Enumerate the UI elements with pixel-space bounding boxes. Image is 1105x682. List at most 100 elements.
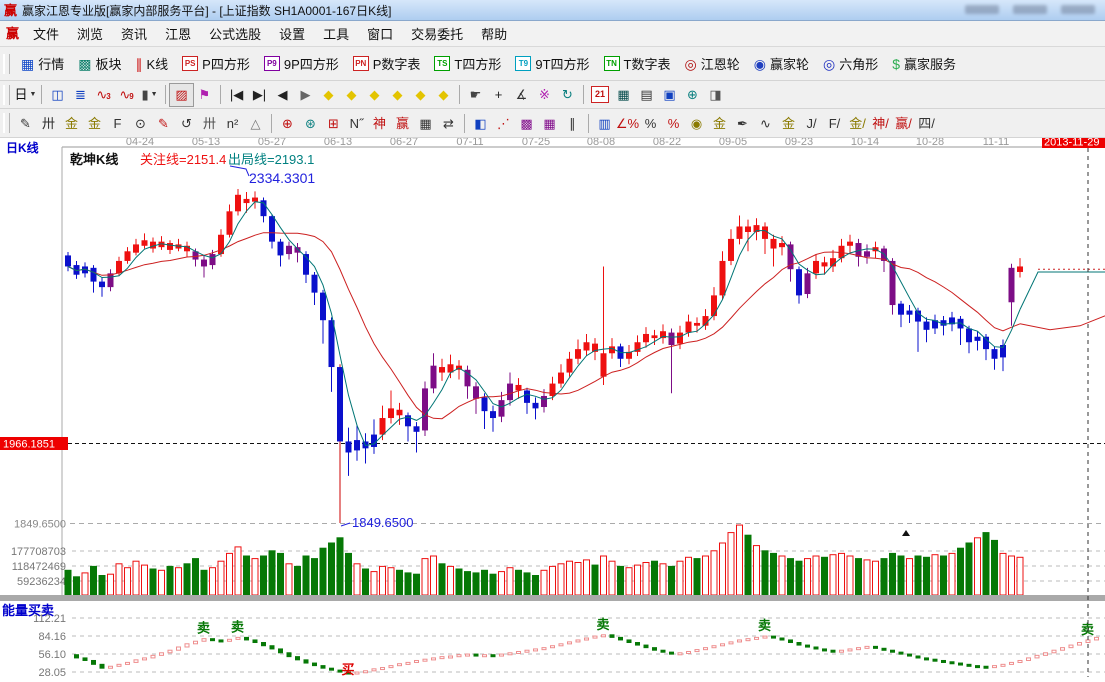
parallel-lines-button[interactable]: ∥ (561, 112, 584, 134)
menu-help[interactable]: 帮助 (472, 24, 516, 45)
t-square-button[interactable]: TST四方形 (427, 51, 508, 76)
candle-body (490, 411, 496, 418)
p-square-button[interactable]: PSP四方形 (175, 51, 257, 76)
swap-arrows-button[interactable]: ⇄ (437, 112, 460, 134)
toolbar-grip[interactable] (3, 113, 10, 133)
ying-angle-button[interactable]: 赢/ (892, 112, 915, 134)
ink-pen-button[interactable]: ✒ (731, 112, 754, 134)
f-grid-button[interactable]: F (106, 112, 129, 134)
gann-diamond-star-button[interactable]: ◆ (409, 84, 432, 106)
menu-settings[interactable]: 设置 (270, 24, 314, 45)
winner-service-button[interactable]: $赢家服务 (885, 51, 963, 76)
shen-grid-button[interactable]: 神 (368, 112, 391, 134)
hexagon-button[interactable]: ◎六角形 (816, 51, 885, 76)
draw-pen-button[interactable]: ✎ (14, 112, 37, 134)
pattern-tool-button[interactable]: ▨ (170, 84, 193, 106)
menu-browse[interactable]: 浏览 (68, 24, 112, 45)
menu-window[interactable]: 窗口 (358, 24, 402, 45)
web-sync-button[interactable]: ⊕ (681, 84, 704, 106)
step-back-button[interactable]: ◀ (271, 84, 294, 106)
gann-wheel-button[interactable]: ◎江恩轮 (678, 51, 747, 76)
gann-flower-button[interactable]: ※ (533, 84, 556, 106)
gold-grid-1-button[interactable]: 金 (60, 112, 83, 134)
spider-web-button[interactable]: ⊛ (299, 112, 322, 134)
candle-style-dropdown[interactable]: ▮▼ (138, 84, 161, 106)
info-panel-button[interactable]: ≣ (69, 84, 92, 106)
wave-9-button[interactable]: ∿9 (115, 84, 138, 106)
calendar-21-button[interactable]: 21 (591, 86, 609, 103)
toolbar-grip[interactable] (3, 85, 10, 105)
gold-line-2-button[interactable]: 金 (777, 112, 800, 134)
sectors-button[interactable]: ▩板块 (71, 51, 128, 76)
purple-web-button[interactable]: ▦ (538, 112, 561, 134)
si-angle-button[interactable]: 四/ (915, 112, 938, 134)
t-number-table-button[interactable]: TNT数字表 (597, 51, 678, 76)
menu-file[interactable]: 文件 (24, 24, 68, 45)
menu-gann[interactable]: 江恩 (156, 24, 200, 45)
gold-grid-2-button[interactable]: 金 (83, 112, 106, 134)
gold-angle-button[interactable]: 金/ (846, 112, 869, 134)
red-pen-button[interactable]: ✎ (152, 112, 175, 134)
menu-formula-stock-pick[interactable]: 公式选股 (200, 24, 270, 45)
shen-angle-button[interactable]: 神/ (869, 112, 892, 134)
menu-news[interactable]: 资讯 (112, 24, 156, 45)
j-angle-button[interactable]: J/ (800, 112, 823, 134)
playback-end-button[interactable]: ▶| (248, 84, 271, 106)
triangle-ruler-button[interactable]: △ (244, 112, 267, 134)
save-button[interactable]: ▣ (658, 84, 681, 106)
step-forward-button[interactable]: ▶ (294, 84, 317, 106)
grid-lines-button[interactable]: 卅 (198, 112, 221, 134)
nine-p-square-button[interactable]: P99P四方形 (257, 51, 346, 76)
zoom-window-button[interactable]: ◫ (46, 84, 69, 106)
gann-diamond-left-button[interactable]: ◆ (317, 84, 340, 106)
purple-grid-button[interactable]: ▩ (515, 112, 538, 134)
menu-tools[interactable]: 工具 (314, 24, 358, 45)
notepad-button[interactable]: ▤ (635, 84, 658, 106)
nine-t-square-button[interactable]: T99T四方形 (508, 51, 596, 76)
cycle-tool-button[interactable]: ↻ (556, 84, 579, 106)
candle-body (388, 408, 394, 418)
gold-line-button[interactable]: 金 (708, 112, 731, 134)
playback-start-button[interactable]: |◀ (225, 84, 248, 106)
angle-measure-button[interactable]: ∡ (510, 84, 533, 106)
market-quotes-button[interactable]: ▦行情 (14, 51, 71, 76)
color-flag-button[interactable]: ⚑ (193, 84, 216, 106)
kline-button[interactable]: ∥K线 (129, 51, 176, 76)
web-grid-button[interactable]: ⊞ (322, 112, 345, 134)
ying-grid-button[interactable]: 赢 (391, 112, 414, 134)
blue-frame-button[interactable]: ◧ (469, 112, 492, 134)
rotate-tool-button[interactable]: ↺ (175, 112, 198, 134)
crosshair-button[interactable]: + (487, 84, 510, 106)
circle-five-button[interactable]: ⊙ (129, 112, 152, 134)
percent-line-button[interactable]: % (662, 112, 685, 134)
gann-diamond-vertical-button[interactable]: ◆ (432, 84, 455, 106)
compass-circle-button[interactable]: ⊕ (276, 112, 299, 134)
winner-wheel-button[interactable]: ◉赢家轮 (747, 51, 816, 76)
angle-percent-button[interactable]: ∠% (616, 112, 639, 134)
percent-button[interactable]: % (639, 112, 662, 134)
candle-body (210, 254, 216, 265)
number-grid-button[interactable]: ▦ (414, 112, 437, 134)
p-number-table-button[interactable]: PNP数字表 (346, 51, 428, 76)
menu-trade-order[interactable]: 交易委托 (402, 24, 472, 45)
volume-chart-button[interactable]: ▥ (593, 112, 616, 134)
period-day-dropdown[interactable]: 日▼ (14, 84, 37, 106)
gold-circle-button[interactable]: ◉ (685, 112, 708, 134)
gann-diamond-right-button[interactable]: ◆ (340, 84, 363, 106)
rays-tool-button[interactable]: ⋰ (492, 112, 515, 134)
gann-diamond-horizontal-button[interactable]: ◆ (363, 84, 386, 106)
chart-area[interactable]: 04-2405-1305-2706-1306-2707-1107-2508-08… (0, 138, 1105, 677)
n-squared-button[interactable]: n² (221, 112, 244, 134)
f-angle-button[interactable]: F/ (823, 112, 846, 134)
hand-drag-button[interactable]: ☛ (464, 84, 487, 106)
gann-grid-button[interactable]: 卅 (37, 112, 60, 134)
chart-canvas[interactable]: 04-2405-1305-2706-1306-2707-1107-2508-08… (0, 138, 1105, 677)
snapshot-button[interactable]: ◨ (704, 84, 727, 106)
wave-a-button[interactable]: ∿ (754, 112, 777, 134)
calculator-button[interactable]: ▦ (612, 84, 635, 106)
k-double-button[interactable]: Ν˝ (345, 112, 368, 134)
wave-3-button[interactable]: ∿3 (92, 84, 115, 106)
gann-diamond-cross-button[interactable]: ◆ (386, 84, 409, 106)
toolbar-grip[interactable] (3, 54, 10, 74)
sell-signal-label: 卖 (597, 617, 610, 632)
